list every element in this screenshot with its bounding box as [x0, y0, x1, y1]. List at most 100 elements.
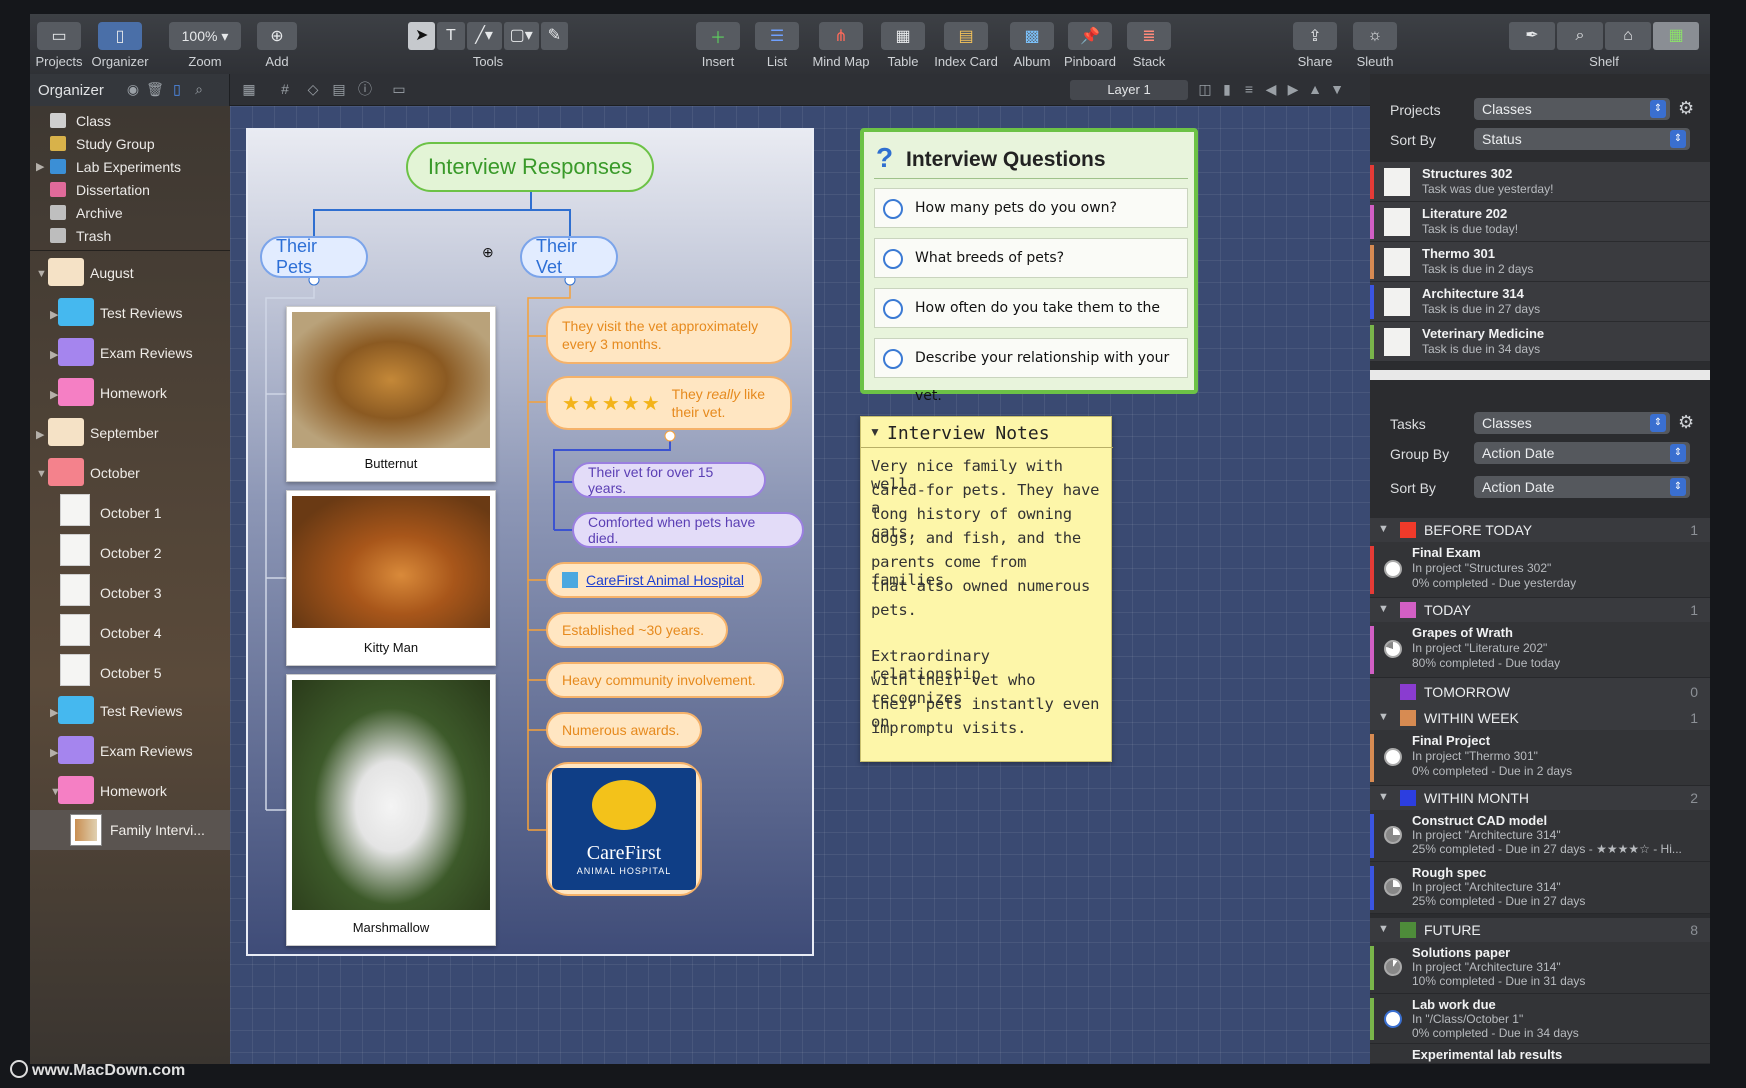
document-icon[interactable] — [60, 494, 90, 526]
interview-notes-card[interactable]: ▼ Interview Notes Very nice family with … — [860, 416, 1113, 762]
grid-view-icon[interactable]: ▦ — [240, 80, 258, 98]
node-their-pets[interactable]: Their Pets — [260, 236, 368, 278]
sortby-select[interactable]: Status ⇕ — [1474, 128, 1690, 150]
search-icon[interactable]: ⌕ — [190, 80, 208, 98]
top-icon[interactable]: ▲ — [1306, 80, 1324, 98]
table-grid-icon[interactable]: # — [276, 80, 294, 98]
progress-circle-icon[interactable] — [1384, 560, 1402, 578]
node-vet-comfort[interactable]: Comforted when pets have died. — [572, 512, 804, 548]
album-button[interactable]: ▩ Album — [1008, 22, 1056, 69]
document-icon[interactable] — [60, 614, 90, 646]
task-row[interactable]: Final Project In project "Thermo 301" 0% c… — [1370, 730, 1710, 786]
layer-selector[interactable]: Layer 1 — [1070, 80, 1188, 100]
photo-butternut[interactable]: Butternut — [286, 306, 496, 482]
sidebar-item-study-group[interactable]: Study Group — [30, 133, 230, 155]
project-row[interactable]: Structures 302 Task was due yesterday! — [1370, 162, 1710, 202]
broadcast-icon[interactable]: ◉ — [124, 80, 142, 98]
canvas[interactable]: Interview Responses Their Pets Their Vet… — [230, 106, 1370, 1064]
projects-button[interactable]: ▭ Projects — [34, 22, 84, 69]
arrow-tool-icon[interactable]: ➤ — [408, 22, 436, 50]
folder-icon[interactable] — [58, 378, 94, 406]
folder-icon[interactable] — [58, 298, 94, 326]
sidebar-item-lab-experiments[interactable]: ▶ Lab Experiments — [30, 156, 230, 178]
project-row[interactable]: Thermo 301 Task is due in 2 days — [1370, 242, 1710, 282]
folder-test-reviews[interactable]: Test Reviews — [100, 305, 182, 321]
present-icon[interactable]: ▭ — [390, 80, 408, 98]
sidebar-item-dissertation[interactable]: Dissertation — [30, 179, 230, 201]
folder-exam-reviews-2[interactable]: Exam Reviews — [100, 743, 193, 759]
brush-tool-icon[interactable]: ✎ — [540, 22, 568, 50]
folder-homework-2[interactable]: Homework — [100, 783, 167, 799]
document-icon[interactable] — [60, 654, 90, 686]
folder-october[interactable]: October — [90, 465, 140, 481]
mind-map[interactable]: Interview Responses Their Pets Their Vet… — [246, 128, 814, 956]
insert-button[interactable]: ＋ Insert — [688, 22, 748, 69]
disclosure-icon[interactable]: ▼ — [1378, 603, 1389, 615]
line-tool-icon[interactable]: ╱▾ — [466, 22, 502, 50]
sortby2-select[interactable]: Action Date ⇕ — [1474, 476, 1690, 498]
node-vet-rating[interactable]: ★★★★★ They really like their vet. — [546, 376, 792, 430]
folder-homework[interactable]: Homework — [100, 385, 167, 401]
question-item[interactable]: How many pets do you own? — [874, 188, 1188, 228]
groupby-select[interactable]: Action Date ⇕ — [1474, 442, 1690, 464]
folder-september[interactable]: September — [90, 425, 158, 441]
task-row[interactable]: Construct CAD model In project "Architect… — [1370, 810, 1710, 862]
shape-tool-icon[interactable]: ▢▾ — [503, 22, 539, 50]
node-awards[interactable]: Numerous awards. — [546, 712, 702, 748]
question-item[interactable]: How often do you take them to the vet? — [874, 288, 1188, 354]
group-before-today[interactable]: ▼ BEFORE TODAY 1 — [1370, 518, 1710, 542]
node-vet-years[interactable]: Their vet for over 15 years. — [572, 462, 766, 498]
folder-icon[interactable] — [58, 736, 94, 764]
zoom-control[interactable]: 100% ▾ Zoom — [168, 22, 242, 69]
task-row[interactable]: Lab work due In "/Class/October 1" 0% comp… — [1370, 994, 1710, 1044]
prev-icon[interactable]: ◀ — [1262, 80, 1280, 98]
root-node[interactable]: Interview Responses — [406, 142, 654, 192]
document-icon[interactable] — [60, 534, 90, 566]
bottom-icon[interactable]: ▼ — [1328, 80, 1346, 98]
gear-icon[interactable]: ⚙ — [1678, 98, 1694, 119]
add-button[interactable]: ⊕ Add — [252, 22, 302, 69]
progress-circle-icon[interactable] — [1384, 826, 1402, 844]
search-icon[interactable]: ⌕ — [1557, 22, 1603, 50]
sleuth-button[interactable]: ☼ Sleuth — [1350, 22, 1400, 69]
radio-button[interactable] — [883, 299, 903, 319]
organizer-button[interactable]: ▯ Organizer — [88, 22, 152, 69]
group-within-week[interactable]: ▼ WITHIN WEEK 1 — [1370, 706, 1710, 730]
folder-icon[interactable] — [48, 418, 84, 446]
radio-button[interactable] — [883, 349, 903, 369]
share-button[interactable]: ⇪ Share — [1290, 22, 1340, 69]
table-button[interactable]: ▦ Table — [878, 22, 928, 69]
task-row[interactable]: Experimental lab results — [1370, 1044, 1710, 1064]
question-item[interactable]: What breeds of pets? — [874, 238, 1188, 278]
project-row[interactable]: Veterinary Medicine Task is due in 34 day… — [1370, 322, 1710, 362]
splitter[interactable] — [1370, 370, 1710, 380]
node-established[interactable]: Established ~30 years. — [546, 612, 728, 648]
doc-october-1[interactable]: October 1 — [100, 505, 161, 521]
node-hospital-link[interactable]: CareFirst Animal Hospital — [546, 562, 762, 598]
task-row[interactable]: Rough spec In project "Architecture 314" 2… — [1370, 862, 1710, 914]
folder-test-reviews-2[interactable]: Test Reviews — [100, 703, 182, 719]
doc-october-4[interactable]: October 4 — [100, 625, 161, 641]
doc-october-2[interactable]: October 2 — [100, 545, 161, 561]
node-vet-frequency[interactable]: They visit the vet approximately every 3… — [546, 306, 792, 364]
folder-icon[interactable] — [58, 776, 94, 804]
radio-button[interactable] — [883, 199, 903, 219]
pinboard-button[interactable]: 📌 Pinboard — [1060, 22, 1120, 69]
note-icon[interactable]: ▤ — [330, 80, 348, 98]
progress-circle-icon[interactable] — [1384, 878, 1402, 896]
next-icon[interactable]: ▶ — [1284, 80, 1302, 98]
inspector-pen-icon[interactable]: ✒ — [1509, 22, 1555, 50]
text-tool-icon[interactable]: T — [437, 22, 465, 50]
zoom-select[interactable]: 100% ▾ — [169, 22, 241, 50]
group-tomorrow[interactable]: TOMORROW 0 — [1370, 678, 1710, 706]
doc-october-5[interactable]: October 5 — [100, 665, 161, 681]
disclosure-icon[interactable]: ▼ — [1378, 923, 1389, 935]
sidebar-item-family-selected[interactable]: Family Intervi... — [30, 810, 230, 850]
folder-icon[interactable] — [48, 458, 84, 486]
disclosure-icon[interactable]: ▼ — [869, 425, 881, 439]
folder-exam-reviews[interactable]: Exam Reviews — [100, 345, 193, 361]
list-button[interactable]: ☰ List — [750, 22, 804, 69]
progress-circle-icon[interactable] — [1384, 640, 1402, 658]
question-item[interactable]: Describe your relationship with your vet… — [874, 338, 1188, 404]
progress-circle-icon[interactable] — [1384, 748, 1402, 766]
